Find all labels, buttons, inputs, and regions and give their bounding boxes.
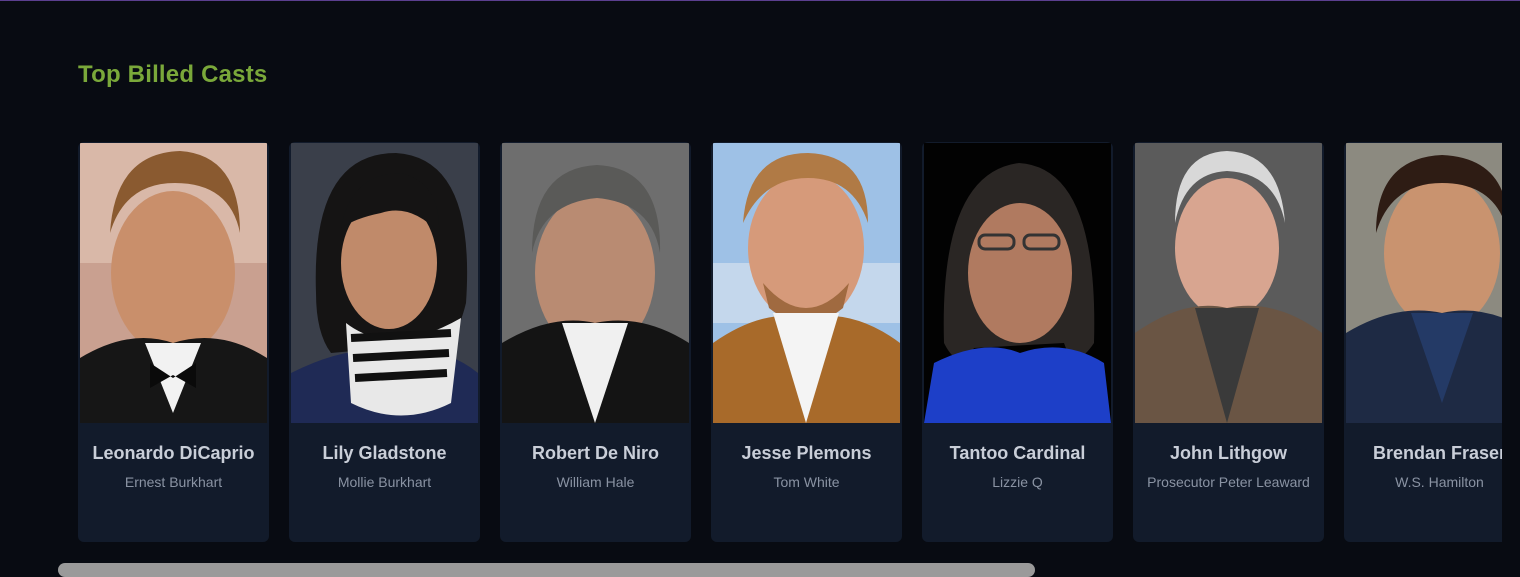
cast-card[interactable]: Jesse Plemons Tom White — [711, 142, 902, 542]
cast-role: Ernest Burkhart — [124, 474, 223, 490]
horizontal-scrollbar[interactable] — [58, 563, 1498, 577]
section-title: Top Billed Casts — [78, 61, 268, 88]
cast-name: Brendan Fraser — [1372, 443, 1502, 463]
cast-name: John Lithgow — [1170, 443, 1287, 463]
cast-card[interactable]: John Lithgow Prosecutor Peter Leaward — [1133, 142, 1324, 542]
cast-role: W.S. Hamilton — [1395, 474, 1484, 490]
cast-role: Prosecutor Peter Leaward — [1147, 474, 1310, 490]
cast-photo — [1135, 143, 1322, 423]
scrollbar-thumb[interactable] — [58, 563, 1035, 577]
cast-card[interactable]: Robert De Niro William Hale — [500, 142, 691, 542]
cast-name: Leonardo DiCaprio — [92, 443, 255, 463]
cast-card[interactable]: Lily Gladstone Mollie Burkhart — [289, 142, 480, 542]
cast-row: Leonardo DiCaprio Ernest Burkhart Lily G… — [78, 142, 1502, 544]
cast-photo — [1346, 143, 1502, 423]
cast-card[interactable]: Brendan Fraser W.S. Hamilton — [1344, 142, 1502, 542]
cast-role: Tom White — [773, 474, 840, 490]
cast-photo — [713, 143, 900, 423]
cast-name: Tantoo Cardinal — [949, 443, 1086, 463]
cast-role: Lizzie Q — [992, 474, 1043, 490]
cast-photo — [924, 143, 1111, 423]
cast-photo — [291, 143, 478, 423]
cast-role: Mollie Burkhart — [337, 474, 432, 490]
cast-card[interactable]: Tantoo Cardinal Lizzie Q — [922, 142, 1113, 542]
cast-photo — [80, 143, 267, 423]
cast-name: Robert De Niro — [531, 443, 659, 463]
cast-page: Top Billed Casts Leonardo DiCaprio Ernes… — [0, 0, 1520, 577]
cast-name: Lily Gladstone — [322, 443, 447, 463]
cast-carousel[interactable]: Leonardo DiCaprio Ernest Burkhart Lily G… — [78, 142, 1502, 544]
cast-card[interactable]: Leonardo DiCaprio Ernest Burkhart — [78, 142, 269, 542]
cast-photo — [502, 143, 689, 423]
cast-role: William Hale — [556, 474, 635, 490]
cast-name: Jesse Plemons — [741, 443, 872, 463]
